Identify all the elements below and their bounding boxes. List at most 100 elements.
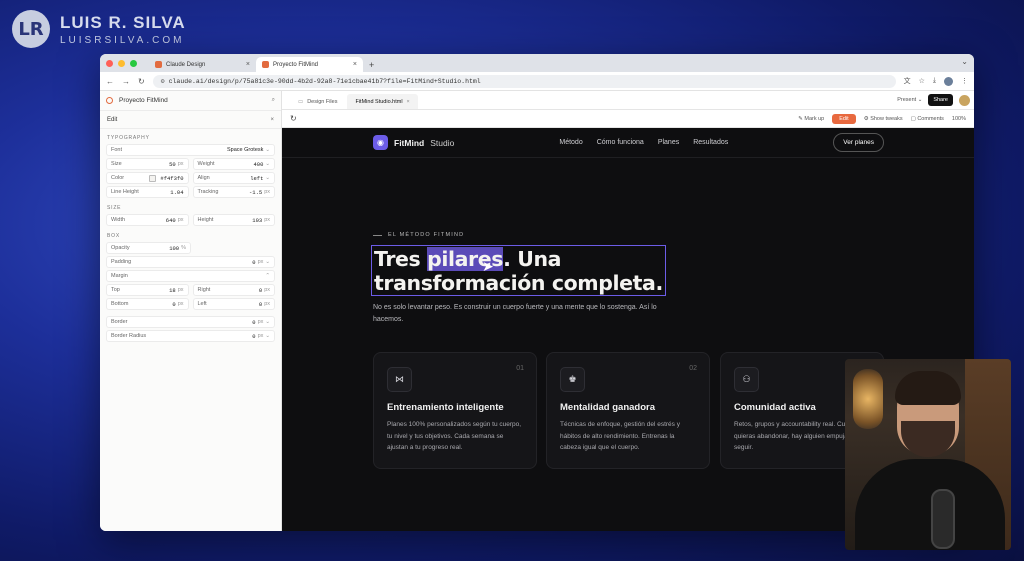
edit-button[interactable]: Edit — [832, 113, 856, 124]
margin-right-field[interactable]: Right 0 px — [192, 284, 275, 296]
field-value: 0 — [252, 318, 256, 326]
show-tweaks-button[interactable]: ⚙ Show tweaks — [864, 116, 903, 122]
section-typography: TYPOGRAPHY — [107, 135, 150, 141]
chevron-down-icon: ⌄ — [265, 175, 270, 181]
chevron-down-icon: ⌄ — [265, 259, 270, 265]
field-label: Right — [197, 287, 211, 293]
card-number: 01 — [516, 365, 524, 372]
present-button[interactable]: Present ⌄ — [897, 97, 922, 103]
tab-label: Design Files — [307, 98, 338, 105]
ver-planes-button[interactable]: Ver planes — [833, 133, 884, 152]
field-unit: px — [257, 333, 264, 339]
maximize-window-button[interactable] — [130, 59, 137, 67]
minimize-window-button[interactable] — [118, 59, 125, 67]
pillar-card[interactable]: ♚ 02 Mentalidad ganadora Técnicas de enf… — [546, 352, 710, 469]
close-panel-icon[interactable]: × — [270, 117, 274, 123]
canvas-toolbar: ↻ ✎ Mark up Edit ⚙ Show tweaks ▢ Comment… — [282, 110, 974, 128]
search-icon[interactable]: ⌕ — [272, 97, 275, 104]
zoom-level[interactable]: 100% — [952, 116, 966, 122]
share-button[interactable]: Share — [928, 94, 953, 106]
tab-fitmind-studio-html[interactable]: FitMind Studio.html × — [347, 94, 418, 109]
pillar-card[interactable]: ⋈ 01 Entrenamiento inteligente Planes 10… — [373, 352, 537, 469]
color-swatch[interactable] — [149, 174, 157, 182]
comments-label: Comments — [917, 115, 944, 122]
field-label: Height — [197, 217, 214, 223]
new-tab-icon[interactable]: + — [363, 57, 380, 72]
margin-top-field[interactable]: Top 18 px — [106, 284, 189, 296]
margin-bottom-field[interactable]: Bottom 0 px — [106, 298, 189, 310]
reload-icon[interactable]: ↻ — [138, 77, 145, 86]
opacity-field[interactable]: Opacity 100% — [106, 242, 191, 254]
width-field[interactable]: Width 640 px — [106, 214, 189, 226]
show-tweaks-label: Show tweaks — [870, 115, 903, 122]
section-box: BOX — [107, 233, 120, 239]
padding-field[interactable]: Padding 0 px ⌄ — [106, 256, 275, 268]
size-field[interactable]: Size 50 px — [106, 158, 189, 170]
lamp-glow — [853, 369, 883, 429]
margin-left-field[interactable]: Left 0 px — [192, 298, 275, 310]
markup-button[interactable]: ✎ Mark up — [798, 116, 824, 122]
field-label: Font — [111, 147, 123, 153]
margin-field[interactable]: Margin ⌃ — [106, 270, 275, 282]
eyebrow-text: EL MÉTODO FITMIND — [388, 232, 465, 238]
field-label: Tracking — [197, 189, 219, 195]
close-tab-icon[interactable]: × — [407, 99, 410, 105]
color-field[interactable]: Color #f4f3f0 — [106, 172, 189, 184]
hero-heading-selected[interactable]: Tres pilares. Una transformación completa… — [371, 245, 666, 296]
border-field[interactable]: Border 0 px ⌄ — [106, 316, 275, 328]
back-icon[interactable]: ← — [106, 77, 114, 86]
present-label: Present — [897, 97, 917, 103]
field-label: Opacity — [111, 245, 130, 251]
bookmark-star-icon[interactable]: ☆ — [919, 77, 925, 85]
tracking-field[interactable]: Tracking -1.5 px — [192, 186, 275, 198]
weight-select[interactable]: Weight 400 ⌄ — [192, 158, 275, 170]
field-unit: px — [177, 287, 184, 293]
claude-logo-icon — [106, 97, 113, 104]
close-tab-icon[interactable]: × — [246, 61, 250, 68]
border-radius-field[interactable]: Border Radius 0 px ⌄ — [106, 330, 275, 342]
browser-tabbar: Claude Design × Proyecto FitMind × + ⌄ — [100, 54, 974, 72]
browser-menu-icon[interactable]: ⋮ — [961, 77, 968, 85]
refresh-icon[interactable]: ↻ — [290, 114, 297, 123]
close-tab-icon[interactable]: × — [353, 61, 357, 68]
field-value: 100 — [169, 244, 180, 252]
url-input[interactable]: ⚙ claude.ai/design/p/75a81c3e-90dd-4b2d-… — [152, 74, 896, 88]
comments-button[interactable]: ▢ Comments — [911, 116, 944, 122]
brand-name: FitMind — [394, 137, 425, 148]
field-label: Line Height — [111, 189, 139, 195]
field-unit: px — [257, 319, 264, 325]
edit-title: Edit — [107, 116, 118, 123]
nav-link-como-funciona[interactable]: Cómo funciona — [597, 139, 644, 146]
line-height-field[interactable]: Line Height 1.04 — [106, 186, 189, 198]
site-info-icon[interactable]: ⚙ — [161, 77, 165, 85]
tab-title: Claude Design — [166, 61, 206, 68]
field-label: Border — [111, 319, 128, 325]
forward-icon[interactable]: → — [122, 77, 130, 86]
download-icon[interactable]: ⤓ — [933, 77, 936, 85]
browser-tab-proyecto-fitmind[interactable]: Proyecto FitMind × — [256, 57, 363, 72]
text-cursor-icon: ➤ — [482, 258, 494, 274]
field-value: 103 — [252, 216, 263, 224]
nav-link-metodo[interactable]: Método — [559, 139, 582, 146]
translate-icon[interactable]: 文 — [904, 76, 911, 86]
nav-link-planes[interactable]: Planes — [658, 139, 679, 146]
properties-panel: Proyecto FitMind ⌕ Edit × TYPOGRAPHY Fon… — [100, 91, 282, 531]
tab-menu-chevron-icon[interactable]: ⌄ — [961, 57, 968, 66]
watermark: LR LUIS R. SILVA LUISRSILVA.COM — [12, 10, 186, 48]
field-unit: px — [264, 287, 270, 293]
hero-text-line2: transformación completa. — [374, 271, 663, 295]
profile-avatar[interactable] — [944, 76, 953, 86]
height-field[interactable]: Height 103 px — [192, 214, 275, 226]
site-brand[interactable]: ◉ FitMind Studio — [373, 135, 454, 150]
watermark-logo: LR — [12, 10, 50, 48]
tab-design-files[interactable]: ▭ Design Files — [290, 94, 345, 109]
nav-link-resultados[interactable]: Resultados — [693, 139, 728, 146]
hero-heading: Tres pilares. Una transformación completa… — [374, 247, 663, 295]
brand-logo-icon: ◉ — [373, 135, 388, 150]
browser-tab-claude-design[interactable]: Claude Design × — [149, 57, 256, 72]
font-select[interactable]: Font Space Grotesk ⌄ — [106, 144, 275, 156]
close-window-button[interactable] — [106, 59, 113, 67]
user-avatar[interactable] — [959, 94, 970, 106]
align-select[interactable]: Align left ⌄ — [192, 172, 275, 184]
field-unit: px — [177, 217, 184, 223]
